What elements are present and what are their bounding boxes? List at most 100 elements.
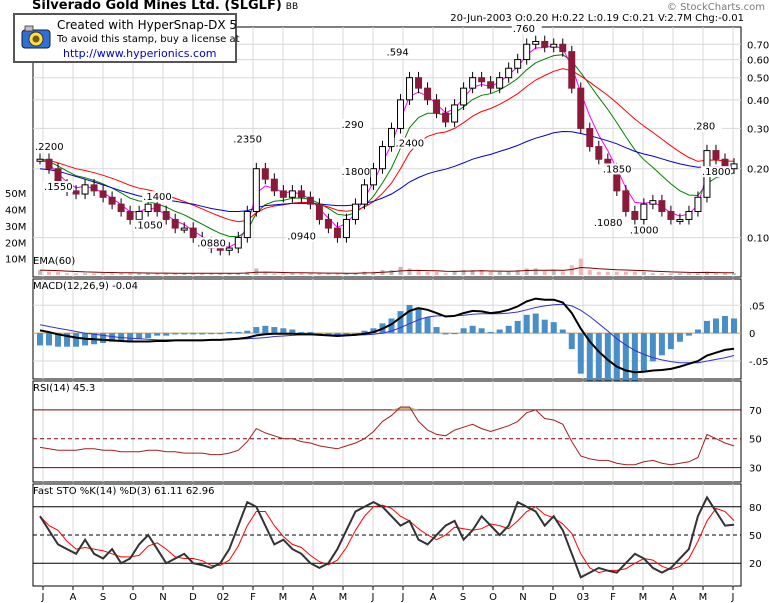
price-annotation: .1800 [341, 167, 370, 178]
candle-body [442, 112, 450, 123]
x-tick-label: A [70, 592, 77, 603]
histogram-bar [731, 318, 737, 334]
candle-body [694, 196, 702, 213]
x-tick-label: S [460, 592, 466, 603]
y-tick-label: 0.20 [747, 165, 769, 176]
histogram-bar [685, 333, 692, 336]
price-annotation: .280 [693, 122, 715, 133]
volume-bar [551, 270, 556, 275]
histogram-bar [442, 333, 449, 335]
stamp-line-2: To avoid this stamp, buy a license at [57, 34, 240, 45]
price-annotation: .594 [387, 48, 409, 59]
stamp-link[interactable]: http://www.hyperionics.com [63, 47, 217, 60]
volume-bar [713, 273, 718, 275]
histogram-bar [37, 333, 43, 346]
price-annotation: .290 [341, 120, 363, 131]
chart-title: Silverado Gold Mines Ltd. (SLGLF) BB [32, 0, 299, 13]
candle-body [342, 218, 350, 239]
histogram-bar [478, 328, 485, 334]
stamp-line-1: Created with HyperSnap-DX 5 [57, 18, 238, 32]
candle-body [72, 190, 80, 195]
volume-bar [128, 273, 133, 275]
histogram-bar [235, 331, 242, 334]
hypersnap-stamp: Created with HyperSnap-DX 5 To avoid thi… [13, 13, 240, 63]
candle-body [649, 200, 657, 205]
candle-body [532, 40, 540, 45]
x-tick-label: O [489, 592, 497, 603]
y-tick-label: 30 [749, 464, 762, 475]
candle-body [478, 77, 486, 83]
candle-body [36, 158, 44, 162]
histogram-bar [703, 320, 710, 334]
price-annotation: .1800 [702, 167, 731, 178]
candle-body [360, 184, 368, 205]
candle-body [622, 190, 630, 213]
candle-body [433, 99, 441, 114]
x-tick-label: D [189, 592, 197, 603]
volume-bar [434, 271, 439, 275]
histogram-bar [154, 333, 161, 336]
price-annotation: .1080 [594, 218, 623, 229]
candle-body [162, 211, 170, 220]
volume-bar [65, 273, 70, 275]
price-annotation: .1000 [630, 226, 659, 237]
candle-body [460, 87, 468, 106]
volume-bar [596, 271, 601, 275]
candle-body [225, 247, 233, 251]
histogram-bar [199, 333, 206, 335]
histogram-bar [73, 333, 80, 347]
volume-bar [722, 273, 727, 275]
volume-tick-label: 30M [5, 222, 26, 233]
volume-bar [578, 258, 583, 275]
panel-frame [32, 380, 742, 483]
y-tick-label: 50 [749, 531, 762, 542]
candle-body [243, 211, 251, 239]
volume-bar [587, 270, 592, 275]
histogram-bar [460, 328, 467, 334]
price-annotation: .1550 [44, 182, 73, 193]
volume-bar [290, 273, 295, 275]
candle-body [189, 227, 197, 239]
candle-body [586, 127, 594, 148]
candle-body [631, 211, 639, 220]
candle-body [252, 168, 260, 213]
histogram-bar [568, 333, 575, 350]
x-tick-label: A [670, 592, 677, 603]
x-tick-label: D [549, 592, 557, 603]
histogram-bar [280, 328, 287, 334]
y-tick-label: 0.30 [747, 124, 769, 135]
histogram-bar [640, 333, 647, 372]
histogram-bar [217, 333, 224, 335]
volume-bar [542, 270, 547, 275]
candle-body [234, 237, 242, 249]
histogram-bar [667, 333, 674, 350]
histogram-bar [451, 333, 458, 335]
candle-body [577, 87, 585, 129]
candle-body [424, 87, 432, 101]
x-tick-label: O [129, 592, 137, 603]
histogram-bar [469, 325, 476, 334]
volume-bar [38, 270, 42, 275]
histogram-bar [505, 325, 512, 334]
x-tick-label: A [430, 592, 437, 603]
volume-bar [623, 271, 628, 275]
x-tick-label: N [159, 592, 166, 603]
volume-bar [659, 273, 664, 275]
candle-body [595, 146, 603, 160]
y-tick-label: 50 [749, 435, 762, 446]
volume-bar [83, 273, 88, 275]
volume-bar [560, 271, 565, 275]
volume-bar [497, 271, 502, 275]
sto-panel: 80 50 20 [32, 483, 762, 587]
histogram-bar [190, 333, 197, 335]
price-annotation: .0940 [287, 232, 316, 243]
candle-body [126, 211, 134, 220]
x-tick-label: J [731, 592, 735, 603]
volume-bar [389, 270, 394, 275]
candle-body [297, 190, 305, 198]
volume-bar [452, 271, 457, 275]
volume-bar [137, 273, 142, 275]
histogram-bar [523, 314, 530, 334]
candle-body [469, 77, 477, 89]
y-tick-label: 0.10 [747, 234, 769, 245]
